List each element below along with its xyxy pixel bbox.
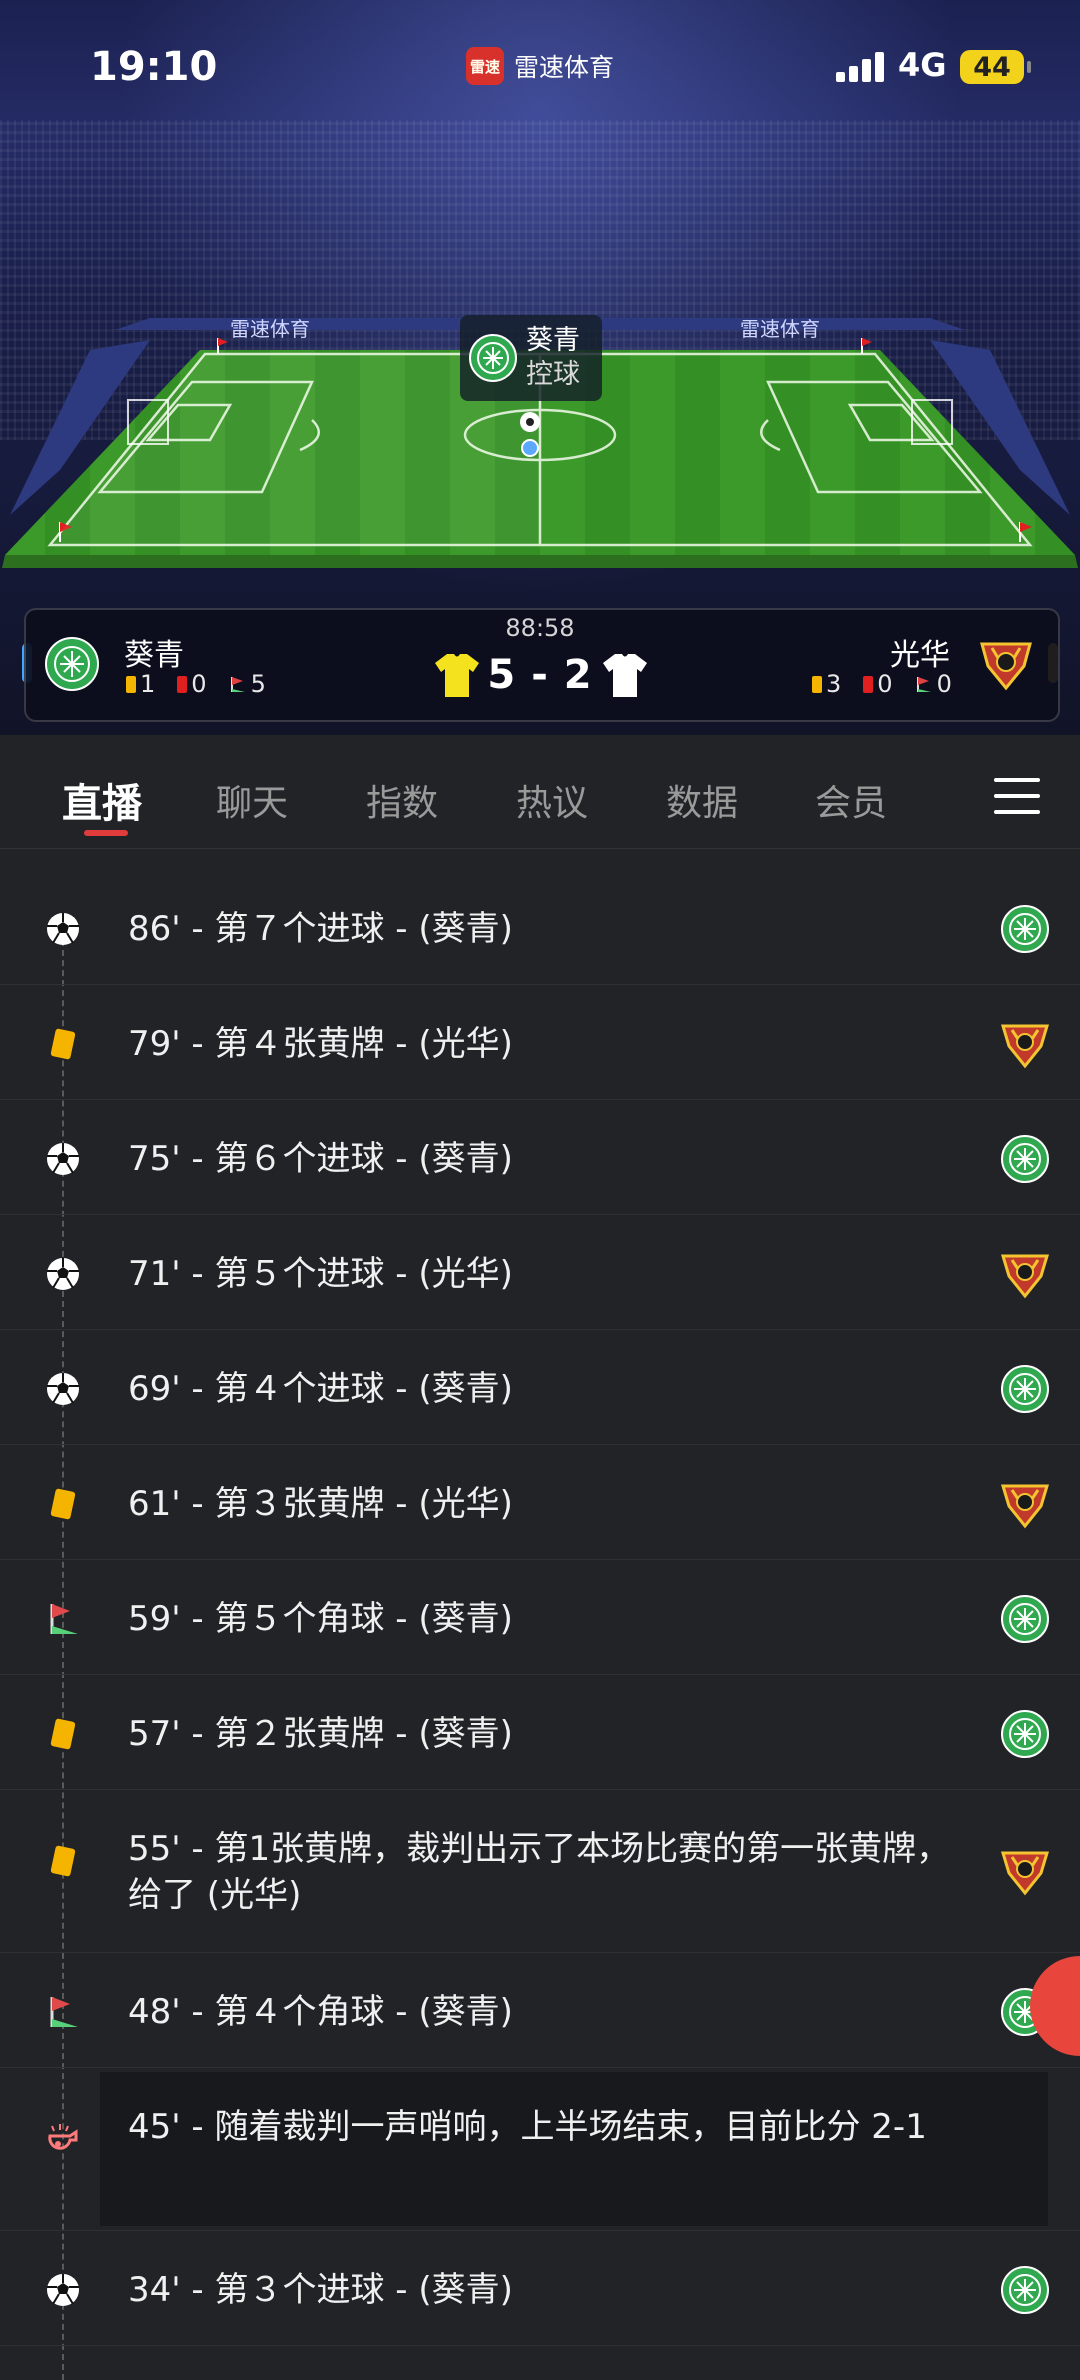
home-yellow-count: 1 bbox=[140, 670, 156, 698]
score-separator: - bbox=[531, 652, 549, 698]
home-team-logo-icon bbox=[1000, 1709, 1050, 1759]
soccer-ball-icon bbox=[44, 1255, 82, 1293]
event-row[interactable]: 34' - 第３个进球 - (葵青) bbox=[0, 2231, 1080, 2346]
event-row[interactable]: 79' - 第４张黄牌 - (光华) bbox=[0, 985, 1080, 1100]
yellow-card-icon bbox=[44, 1715, 82, 1753]
away-team-name[interactable]: 光华 bbox=[890, 630, 950, 674]
event-text: 45' - 随着裁判一声哨响，上半场结束，目前比分 2-1 bbox=[128, 2107, 927, 2147]
home-team-logo-icon bbox=[1000, 1594, 1050, 1644]
tab-odds[interactable]: 指数 bbox=[366, 774, 438, 826]
away-team-stats: 3 0 0 bbox=[812, 670, 952, 698]
home-team-logo-icon bbox=[469, 334, 517, 382]
ad-board-text-right: 雷速体育 bbox=[740, 317, 820, 341]
home-corner-count: 5 bbox=[250, 670, 266, 698]
event-row[interactable]: 45' - 随着裁判一声哨响，上半场结束，目前比分 2-1 bbox=[0, 2068, 1080, 2231]
tab-chat[interactable]: 聊天 bbox=[216, 774, 288, 826]
yellow-card-icon bbox=[812, 675, 822, 693]
event-text: 79' - 第４张黄牌 - (光华) bbox=[128, 1024, 513, 1064]
ad-board-text-left: 雷速体育 bbox=[230, 317, 310, 341]
menu-icon[interactable] bbox=[994, 778, 1040, 814]
yellow-card-icon bbox=[44, 1025, 82, 1063]
event-row[interactable]: 57' - 第２张黄牌 - (葵青) bbox=[0, 1675, 1080, 1790]
corner-flag-icon bbox=[44, 1993, 82, 2031]
red-card-icon bbox=[177, 675, 188, 693]
event-text: 34' - 第３个进球 - (葵青) bbox=[128, 2270, 513, 2310]
home-shirt-icon bbox=[435, 654, 479, 697]
possession-label: 控球 bbox=[526, 359, 580, 390]
yellow-card-icon bbox=[44, 1842, 82, 1880]
home-team-logo-icon[interactable] bbox=[44, 636, 100, 692]
event-text: 57' - 第２张黄牌 - (葵青) bbox=[128, 1714, 513, 1754]
away-team-logo-icon bbox=[1000, 1249, 1050, 1299]
soccer-ball-icon bbox=[44, 1370, 82, 1408]
corner-flag-icon bbox=[230, 677, 245, 692]
event-row[interactable]: 69' - 第４个进球 - (葵青) bbox=[0, 1330, 1080, 1445]
event-text: 75' - 第６个进球 - (葵青) bbox=[128, 1139, 513, 1179]
whistle-icon bbox=[44, 2120, 82, 2158]
event-text: 69' - 第４个进球 - (葵青) bbox=[128, 1369, 513, 1409]
away-team-logo-icon bbox=[1000, 1846, 1050, 1896]
home-red-count: 0 bbox=[191, 670, 207, 698]
soccer-ball-icon bbox=[44, 2271, 82, 2309]
event-text: 59' - 第５个角球 - (葵青) bbox=[128, 1599, 513, 1639]
event-row[interactable]: 71' - 第５个进球 - (光华) bbox=[0, 1215, 1080, 1330]
away-red-count: 0 bbox=[877, 670, 893, 698]
red-card-icon bbox=[863, 675, 874, 693]
event-row[interactable]: 55' - 第1张黄牌，裁判出示了本场比赛的第一张黄牌，给了 (光华) bbox=[0, 1790, 1080, 1953]
event-text: 55' - 第1张黄牌，裁判出示了本场比赛的第一张黄牌，给了 (光华) bbox=[128, 1829, 951, 1915]
away-team-logo-icon bbox=[1000, 1019, 1050, 1069]
away-corner-count: 0 bbox=[936, 670, 952, 698]
active-tab-underline bbox=[84, 830, 128, 836]
event-text: 71' - 第５个进球 - (光华) bbox=[128, 1254, 513, 1294]
away-shirt-icon bbox=[603, 654, 647, 697]
corner-flag-icon bbox=[916, 677, 931, 692]
home-team-logo-icon bbox=[1000, 2265, 1050, 2315]
home-team-logo-icon bbox=[1000, 904, 1050, 954]
possession-team: 葵青 bbox=[526, 325, 580, 356]
possession-indicator: 葵青 控球 bbox=[460, 315, 602, 401]
event-row[interactable]: 59' - 第５个角球 - (葵青) bbox=[0, 1560, 1080, 1675]
event-text: 86' - 第７个进球 - (葵青) bbox=[128, 909, 513, 949]
home-score: 5 bbox=[487, 652, 517, 698]
match-clock: 88:58 bbox=[505, 614, 575, 642]
home-team-stats: 1 0 5 bbox=[126, 670, 266, 698]
away-score: 2 bbox=[563, 652, 593, 698]
event-row[interactable]: 86' - 第７个进球 - (葵青) bbox=[0, 870, 1080, 985]
match-score: 5 - 2 bbox=[480, 652, 600, 698]
content-tabs: 直播 聊天 指数 热议 数据 会员 bbox=[0, 738, 1080, 849]
tab-discussion[interactable]: 热议 bbox=[516, 774, 588, 826]
tab-live[interactable]: 直播 bbox=[62, 771, 142, 829]
event-row[interactable]: 61' - 第３张黄牌 - (光华) bbox=[0, 1445, 1080, 1560]
yellow-card-icon bbox=[44, 1485, 82, 1523]
away-team-logo-icon[interactable] bbox=[978, 636, 1034, 692]
home-team-logo-icon bbox=[1000, 1134, 1050, 1184]
away-yellow-count: 3 bbox=[826, 670, 842, 698]
event-timeline: 86' - 第７个进球 - (葵青) 79' - 第４张黄牌 - (光华) 75' … bbox=[0, 870, 1080, 2380]
event-row[interactable]: 75' - 第６个进球 - (葵青) bbox=[0, 1100, 1080, 1215]
yellow-card-icon bbox=[126, 675, 136, 693]
event-row[interactable]: 48' - 第４个角球 - (葵青) bbox=[0, 1953, 1080, 2068]
tab-stats[interactable]: 数据 bbox=[666, 774, 738, 826]
event-text: 48' - 第４个角球 - (葵青) bbox=[128, 1992, 513, 2032]
soccer-ball-icon bbox=[44, 910, 82, 948]
ball-position-marker bbox=[521, 439, 539, 457]
pitch-field: 雷速体育 雷速体育 bbox=[2, 317, 1078, 568]
corner-flag-icon bbox=[44, 1600, 82, 1638]
home-team-logo-icon bbox=[1000, 1364, 1050, 1414]
tab-membership[interactable]: 会员 bbox=[815, 774, 887, 826]
home-team-name[interactable]: 葵青 bbox=[124, 630, 184, 674]
away-team-logo-icon bbox=[1000, 1479, 1050, 1529]
soccer-ball-icon bbox=[44, 1140, 82, 1178]
event-text: 61' - 第３张黄牌 - (光华) bbox=[128, 1484, 513, 1524]
